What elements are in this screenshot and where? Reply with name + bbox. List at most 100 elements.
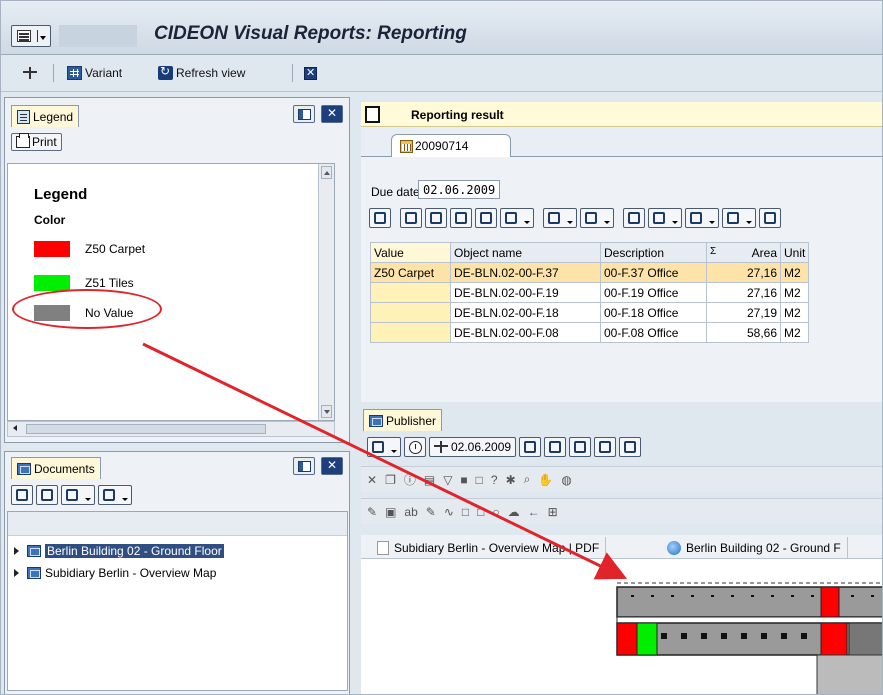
close-view-button[interactable]: [304, 64, 317, 82]
details-button[interactable]: [369, 208, 391, 228]
measure-icon[interactable]: ⊞: [548, 505, 558, 519]
cell-value[interactable]: [370, 282, 451, 303]
cell-unit[interactable]: M2: [779, 322, 810, 343]
hierarchy-button[interactable]: [23, 64, 37, 82]
cell-value[interactable]: [370, 322, 451, 343]
column-header-area[interactable]: Σ Area: [706, 242, 781, 263]
sort-descending-button[interactable]: [425, 208, 447, 228]
cell-description[interactable]: 00-F.18 Office: [600, 302, 707, 323]
cell-area[interactable]: 27,19: [706, 302, 781, 323]
cell-value[interactable]: [370, 302, 451, 323]
structure-button[interactable]: [544, 436, 567, 457]
table-row[interactable]: DE-BLN.02-00-F.19 00-F.19 Office 27,16 M…: [370, 282, 810, 303]
publisher-date-field[interactable]: 02.06.2009: [429, 436, 517, 457]
user-button[interactable]: [519, 436, 542, 457]
expand-arrow-icon[interactable]: [14, 547, 19, 555]
legend-dock-button[interactable]: [293, 105, 315, 123]
save-icon[interactable]: ▣: [385, 505, 396, 519]
cell-description[interactable]: 00-F.37 Office: [600, 262, 707, 283]
find-document-button[interactable]: [36, 485, 58, 505]
scroll-up-icon[interactable]: [321, 166, 332, 179]
column-header-description[interactable]: Description: [600, 242, 707, 263]
layers-icon[interactable]: ▤: [424, 473, 435, 487]
legend-horizontal-scrollbar[interactable]: [7, 421, 335, 437]
document-tab-ground-floor[interactable]: Berlin Building 02 - Ground F: [661, 537, 848, 559]
subtotal-button[interactable]: [580, 208, 614, 228]
sum-button[interactable]: [543, 208, 577, 228]
cell-value[interactable]: Z50 Carpet: [370, 262, 451, 283]
cell-description[interactable]: 00-F.19 Office: [600, 282, 707, 303]
column-header-unit[interactable]: Unit: [779, 242, 810, 263]
cloud-icon[interactable]: ☁: [508, 505, 520, 519]
scroll-thumb[interactable]: [26, 424, 266, 434]
table-row[interactable]: DE-BLN.02-00-F.18 00-F.18 Office 27,19 M…: [370, 302, 810, 323]
find-button[interactable]: [450, 208, 472, 228]
print-button[interactable]: Print: [11, 133, 62, 151]
report-button[interactable]: [594, 436, 617, 457]
pan-hand-icon[interactable]: ✋: [538, 473, 553, 487]
color-icon[interactable]: ■: [460, 473, 467, 487]
document-tab-overview-map[interactable]: Subidiary Berlin - Overview Map | PDF: [371, 537, 607, 559]
refresh-view-button[interactable]: Refresh view: [158, 64, 245, 82]
cut-icon[interactable]: ✕: [367, 473, 377, 487]
export-button[interactable]: [685, 208, 719, 228]
eraser-icon[interactable]: ✎: [367, 505, 377, 519]
history-button[interactable]: [404, 436, 426, 457]
legend-vertical-scrollbar[interactable]: [318, 164, 334, 420]
documents-tab[interactable]: Documents: [11, 457, 101, 479]
scroll-left-icon[interactable]: [10, 424, 21, 434]
legend-close-button[interactable]: [321, 105, 343, 123]
cell-area[interactable]: 58,66: [706, 322, 781, 343]
cell-object-name[interactable]: DE-BLN.02-00-F.37: [450, 262, 601, 283]
cell-unit[interactable]: M2: [779, 262, 810, 283]
system-menu-button[interactable]: [11, 25, 51, 47]
curve-icon[interactable]: ∿: [444, 505, 454, 519]
window-button[interactable]: [619, 436, 642, 457]
variant-button[interactable]: Variant: [67, 64, 122, 82]
sort-ascending-button[interactable]: [400, 208, 422, 228]
documents-dock-button[interactable]: [293, 457, 315, 475]
calendar-dropdown-button[interactable]: [367, 436, 401, 457]
column-header-value[interactable]: Value: [370, 242, 451, 263]
column-header-object-name[interactable]: Object name: [450, 242, 601, 263]
legend-tab[interactable]: Legend: [11, 105, 80, 127]
cell-area[interactable]: 27,16: [706, 282, 781, 303]
views-button[interactable]: [648, 208, 682, 228]
copy-icon[interactable]: ❐: [385, 473, 396, 487]
cell-object-name[interactable]: DE-BLN.02-00-F.08: [450, 322, 601, 343]
cell-description[interactable]: 00-F.08 Office: [600, 322, 707, 343]
tree-item[interactable]: Berlin Building 02 - Ground Floor: [14, 542, 224, 560]
arrow-icon[interactable]: ←: [528, 505, 540, 519]
documents-close-button[interactable]: [321, 457, 343, 475]
due-date-field[interactable]: 02.06.2009: [418, 180, 500, 199]
find-next-button[interactable]: [475, 208, 497, 228]
cell-unit[interactable]: M2: [779, 282, 810, 303]
tree-item[interactable]: Subidiary Berlin - Overview Map: [14, 564, 216, 582]
reporting-tab[interactable]: 20090714: [391, 134, 511, 157]
table-row[interactable]: DE-BLN.02-00-F.08 00-F.08 Office 58,66 M…: [370, 322, 810, 343]
expand-arrow-icon[interactable]: [14, 569, 19, 577]
text-icon[interactable]: ab: [404, 505, 417, 519]
filter-button[interactable]: [500, 208, 534, 228]
publisher-tab[interactable]: Publisher: [363, 409, 443, 431]
scroll-down-icon[interactable]: [321, 405, 332, 418]
globe-icon[interactable]: ◍: [561, 473, 571, 487]
floor-plan-viewer[interactable]: [361, 559, 882, 694]
cell-area[interactable]: 27,16: [706, 262, 781, 283]
layout-button[interactable]: [722, 208, 756, 228]
table-button[interactable]: [569, 436, 592, 457]
star-icon[interactable]: ✱: [506, 473, 516, 487]
table-row[interactable]: Z50 Carpet DE-BLN.02-00-F.37 00-F.37 Off…: [370, 262, 810, 283]
pen-icon[interactable]: ✎: [426, 505, 436, 519]
info-icon[interactable]: ⓘ: [404, 471, 416, 488]
link-document-button[interactable]: [11, 485, 33, 505]
edit-document-button[interactable]: [61, 485, 95, 505]
frame-icon[interactable]: □: [476, 473, 483, 487]
filled-rectangle-icon[interactable]: □: [477, 505, 484, 519]
rectangle-icon[interactable]: □: [462, 505, 469, 519]
layout-document-button[interactable]: [98, 485, 132, 505]
cell-unit[interactable]: M2: [779, 302, 810, 323]
info-button[interactable]: [759, 208, 781, 228]
help-pointer-icon[interactable]: ?: [491, 473, 498, 487]
print-preview-button[interactable]: [623, 208, 645, 228]
